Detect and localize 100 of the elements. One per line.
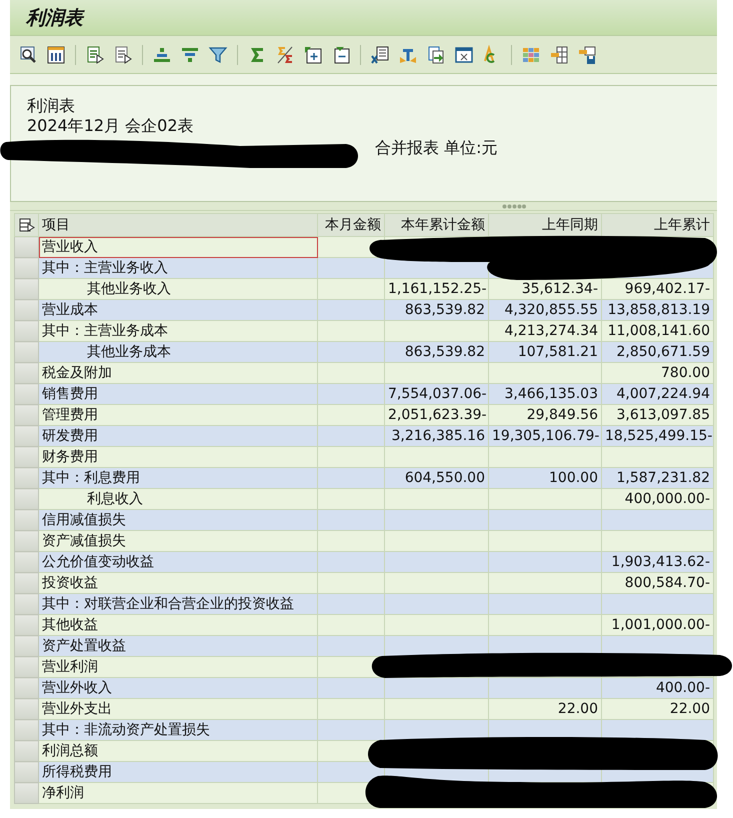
document-arrow-icon[interactable]	[113, 44, 133, 64]
header-text: 合并报表 单位:元	[375, 138, 498, 158]
row-selector[interactable]	[14, 698, 38, 720]
subtotal-icon[interactable]	[275, 44, 295, 64]
table-cell[interactable]: 信用减值损失	[38, 510, 318, 530]
row-selector[interactable]	[14, 258, 38, 278]
table-cell: 780.00	[602, 362, 714, 384]
row-selector[interactable]	[14, 300, 38, 320]
row-selector[interactable]	[14, 488, 38, 510]
table-cell: 18,525,499.15-	[602, 426, 714, 446]
table-cell: 4,320,855.55	[488, 300, 602, 320]
row-selector[interactable]	[14, 720, 38, 740]
table-cell[interactable]: 资产减值损失	[38, 530, 318, 552]
table-cell[interactable]: 营业利润	[38, 656, 318, 678]
table-cell: 7,554,037.06-	[384, 384, 488, 404]
table-cell: 35,612.34-	[488, 278, 602, 300]
table-cell: 29,849.56	[488, 404, 602, 426]
magnifier-icon[interactable]	[18, 44, 38, 64]
table-cell[interactable]: 其中：利息费用	[38, 468, 318, 488]
spreadsheet-icon[interactable]	[370, 44, 390, 64]
row-selector[interactable]	[14, 636, 38, 656]
table-cell[interactable]: 营业成本	[38, 300, 318, 320]
table-cell[interactable]: 营业外收入	[38, 678, 318, 698]
table-cell: 3,613,097.85	[602, 404, 714, 426]
table-cell: 107,581.21	[488, 342, 602, 362]
row-selector[interactable]	[14, 384, 38, 404]
row-selector[interactable]	[14, 678, 38, 698]
splitter-handle[interactable]	[10, 202, 717, 211]
row-selector[interactable]	[14, 278, 38, 300]
row-selector[interactable]	[14, 552, 38, 572]
column-header[interactable]: 上年同期	[488, 214, 602, 236]
row-selector[interactable]	[14, 656, 38, 678]
table-cell[interactable]: 其他业务收入	[38, 278, 318, 300]
table-cell: 1,903,413.62-	[602, 552, 714, 572]
row-selector[interactable]	[14, 362, 38, 384]
column-header[interactable]: 上年累计	[602, 214, 714, 236]
table-cell: 3,216,385.16	[384, 426, 488, 446]
column-layout-icon[interactable]	[46, 44, 66, 64]
layout-save-icon[interactable]	[577, 44, 597, 64]
row-selector[interactable]	[14, 236, 38, 258]
row-selector[interactable]	[14, 762, 38, 782]
table-cell[interactable]: 其中：对联营企业和合营企业的投资收益	[38, 594, 318, 614]
table-cell: 604,550.00	[384, 468, 488, 488]
row-selector[interactable]	[14, 320, 38, 342]
row-selector[interactable]	[14, 426, 38, 446]
table-cell[interactable]: 利润总额	[38, 740, 318, 762]
table-cell: 11,008,141.60	[602, 320, 714, 342]
table-cell[interactable]: 其他收益	[38, 614, 318, 636]
page-icon[interactable]	[454, 44, 474, 64]
table-cell[interactable]: 销售费用	[38, 384, 318, 404]
table-cell: 3,466,135.03	[488, 384, 602, 404]
table-cell[interactable]: 投资收益	[38, 572, 318, 594]
row-selector[interactable]	[14, 510, 38, 530]
table-cell[interactable]: 营业收入	[38, 236, 318, 258]
table-cell[interactable]: 税金及附加	[38, 362, 318, 384]
row-selector[interactable]	[14, 446, 38, 468]
table-cell: 4,213,274.34	[488, 320, 602, 342]
row-selector[interactable]	[14, 594, 38, 614]
table-cell[interactable]: 其他业务成本	[38, 342, 318, 362]
header-text: 2024年12月 会企02表	[27, 116, 194, 136]
table-cell[interactable]: 其中：主营业务成本	[38, 320, 318, 342]
table-cell: 1,587,231.82	[602, 468, 714, 488]
table-cell: 1,001,000.00-	[602, 614, 714, 636]
row-selector[interactable]	[14, 404, 38, 426]
table-cell[interactable]: 资产处置收益	[38, 636, 318, 656]
table-cell[interactable]: 财务费用	[38, 446, 318, 468]
table-cell[interactable]: 净利润	[38, 782, 318, 804]
window-title: 利润表	[26, 6, 83, 30]
table-cell: 100.00	[488, 468, 602, 488]
row-selector[interactable]	[14, 468, 38, 488]
table-cell[interactable]: 公允价值变动收益	[38, 552, 318, 572]
expand-icon[interactable]	[303, 44, 323, 64]
document-export-icon[interactable]	[426, 44, 446, 64]
table-cell[interactable]: 管理费用	[38, 404, 318, 426]
row-selector[interactable]	[14, 530, 38, 552]
column-header[interactable]: 本年累计金额	[384, 214, 488, 236]
table-cell[interactable]: 利息收入	[38, 488, 318, 510]
table-cell: 4,007,224.94	[602, 384, 714, 404]
row-selector[interactable]	[14, 342, 38, 362]
table-cell[interactable]: 营业外支出	[38, 698, 318, 720]
table-cell: 863,539.82	[384, 300, 488, 320]
column-header[interactable]: 项目	[38, 214, 318, 236]
table-cell: 863,539.82	[384, 342, 488, 362]
column-header[interactable]: 本月金额	[318, 214, 384, 236]
table-cell[interactable]: 所得税费用	[38, 762, 318, 782]
table-cell[interactable]: 其中：非流动资产处置损失	[38, 720, 318, 740]
row-selector[interactable]	[14, 614, 38, 636]
table-cell: 400.00-	[602, 678, 714, 698]
row-selector[interactable]	[14, 740, 38, 762]
row-selector[interactable]	[14, 572, 38, 594]
filter-icon[interactable]	[208, 44, 228, 64]
table-layout-icon[interactable]	[549, 44, 569, 64]
table-cell: 2,850,671.59	[602, 342, 714, 362]
table-cell[interactable]: 研发费用	[38, 426, 318, 446]
table-cell: 22.00	[602, 698, 714, 720]
header-text: 利润表	[27, 96, 75, 116]
table-cell[interactable]: 其中：主营业务收入	[38, 258, 318, 278]
layout-icon[interactable]	[18, 218, 34, 232]
document-arrow-icon[interactable]	[85, 44, 105, 64]
row-selector[interactable]	[14, 782, 38, 804]
